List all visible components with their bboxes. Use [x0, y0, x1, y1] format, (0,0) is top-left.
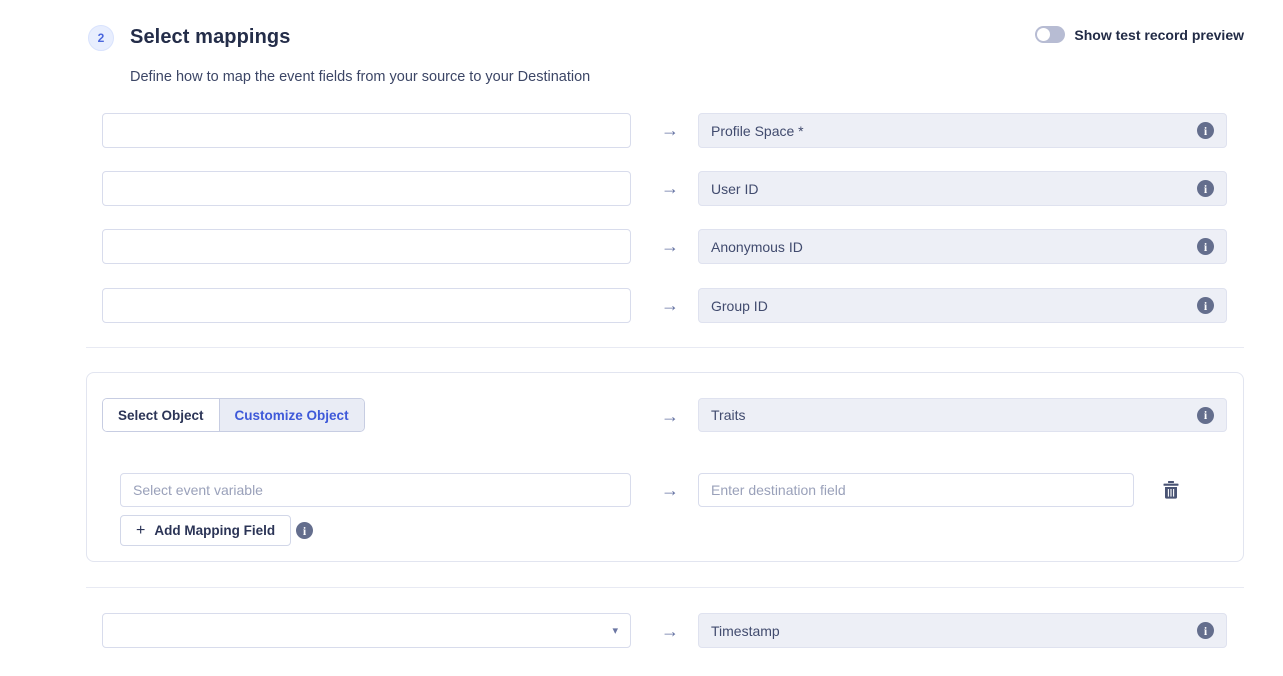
info-icon[interactable]: i [1197, 407, 1214, 424]
info-icon[interactable]: i [1197, 297, 1214, 314]
arrow-right-icon: → [655, 178, 685, 199]
destination-label: Group ID [711, 298, 768, 314]
page-subtitle: Define how to map the event fields from … [130, 69, 590, 85]
destination-field-traits: Traits i [698, 398, 1227, 432]
arrow-right-icon: → [655, 295, 685, 316]
tab-customize-object[interactable]: Customize Object [219, 399, 364, 431]
section-divider [86, 347, 1244, 348]
show-test-record-preview-toggle[interactable] [1035, 26, 1065, 43]
destination-field-group-id: Group ID i [698, 288, 1227, 323]
destination-field-anonymous-id: Anonymous ID i [698, 229, 1227, 264]
destination-label: Timestamp [711, 623, 780, 639]
destination-field-profile-space: Profile Space * i [698, 113, 1227, 148]
destination-field-user-id: User ID i [698, 171, 1227, 206]
page-title: Select mappings [130, 26, 290, 49]
add-mapping-field-button[interactable]: + Add Mapping Field [120, 515, 291, 546]
info-icon[interactable]: i [1197, 238, 1214, 255]
destination-field-timestamp: Timestamp i [698, 613, 1227, 648]
caret-down-icon: ▾ [612, 624, 618, 637]
arrow-right-icon: → [655, 120, 685, 141]
add-mapping-field-label: Add Mapping Field [154, 523, 275, 538]
source-field-input-group-id[interactable] [102, 288, 631, 323]
tab-select-object[interactable]: Select Object [103, 399, 219, 431]
destination-label: Traits [711, 407, 745, 423]
info-icon[interactable]: i [1197, 622, 1214, 639]
toggle-knob [1037, 28, 1050, 41]
object-mode-tabs: Select Object Customize Object [102, 398, 365, 432]
destination-label: Anonymous ID [711, 239, 803, 255]
section-divider [86, 587, 1244, 588]
arrow-right-icon: → [655, 236, 685, 257]
info-icon[interactable]: i [296, 522, 313, 539]
preview-toggle-label: Show test record preview [1074, 27, 1244, 43]
timestamp-source-select[interactable]: ▾ [102, 613, 631, 648]
arrow-right-icon: → [655, 480, 685, 501]
trash-icon[interactable] [1163, 481, 1179, 499]
destination-label: Profile Space * [711, 123, 804, 139]
enter-destination-field-input[interactable] [698, 473, 1134, 507]
arrow-right-icon: → [655, 406, 685, 427]
plus-icon: + [136, 522, 145, 540]
source-field-input-profile-space[interactable] [102, 113, 631, 148]
step-number-badge: 2 [88, 25, 114, 51]
arrow-right-icon: → [655, 621, 685, 642]
select-event-variable-input[interactable] [120, 473, 631, 507]
source-field-input-user-id[interactable] [102, 171, 631, 206]
preview-toggle-row: Show test record preview [1035, 26, 1244, 43]
destination-label: User ID [711, 181, 758, 197]
info-icon[interactable]: i [1197, 122, 1214, 139]
info-icon[interactable]: i [1197, 180, 1214, 197]
source-field-input-anonymous-id[interactable] [102, 229, 631, 264]
